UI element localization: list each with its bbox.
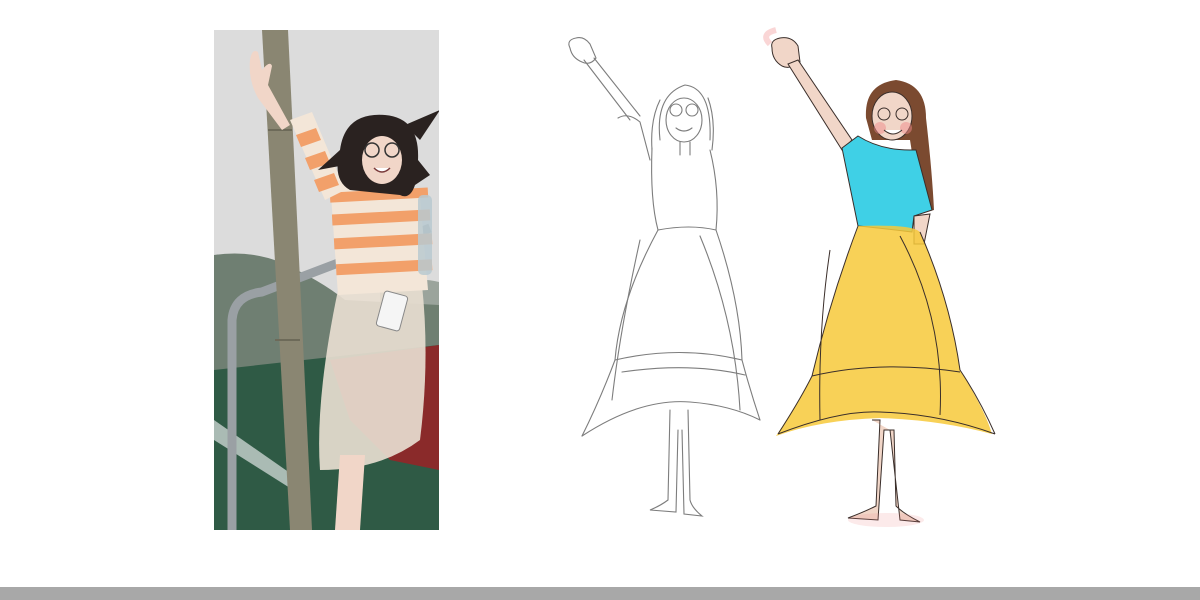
colored-illustration: [763, 27, 996, 527]
pencil-sketch: [568, 37, 761, 517]
illustration-legs: [847, 419, 921, 523]
reference-photo: [214, 30, 439, 530]
photo-face: [362, 136, 402, 184]
waving-hand-icon: [568, 37, 597, 64]
footer-bar: [0, 587, 1200, 600]
photo-skirt: [319, 285, 426, 470]
artwork-canvas: [0, 27, 1200, 600]
photo-legs: [335, 455, 365, 530]
illustration-yellow-skirt: [776, 225, 992, 436]
